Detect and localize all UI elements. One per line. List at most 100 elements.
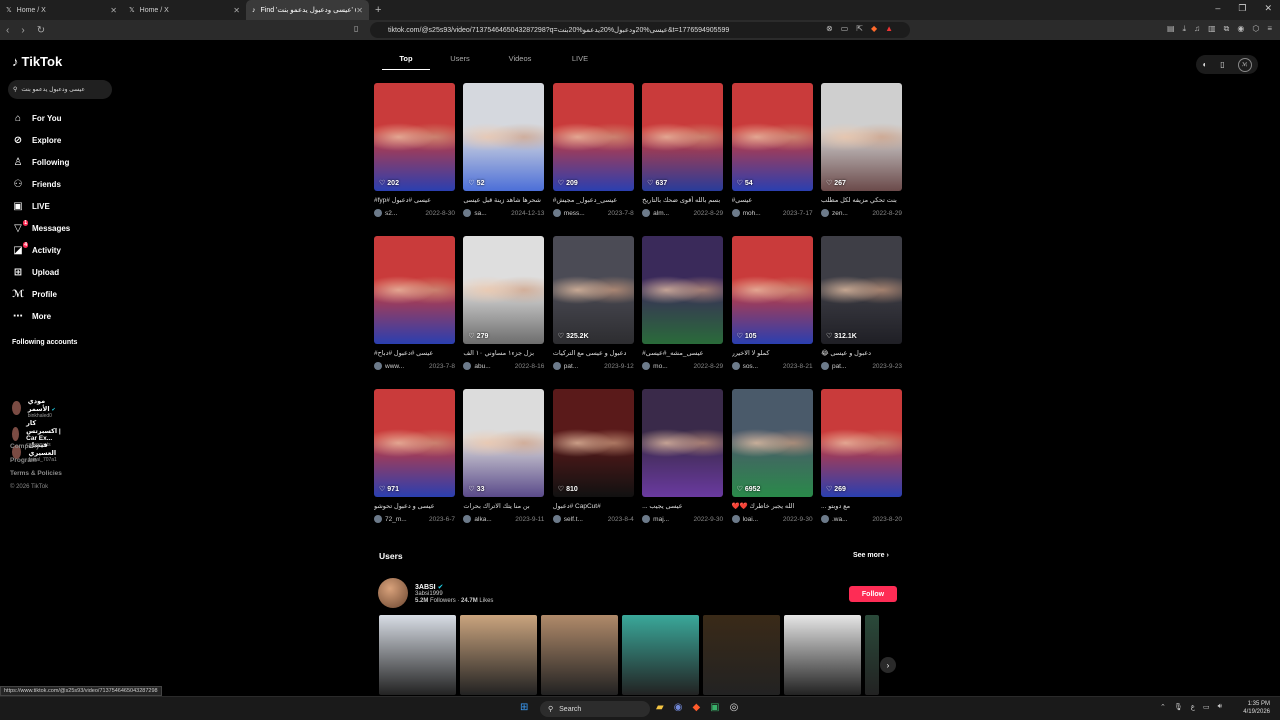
video-author[interactable]: maj... bbox=[642, 515, 669, 523]
reload-icon[interactable]: ↻ bbox=[37, 25, 45, 36]
video-author[interactable]: mess... bbox=[552, 209, 585, 217]
video-caption[interactable]: بن منا يتك الاتراك بحرات bbox=[463, 502, 544, 510]
video-card[interactable]: عيسى_مشه_#عيسى# mo... 2022-8-29 bbox=[642, 236, 724, 389]
share-icon[interactable]: ⇱ bbox=[856, 24, 863, 33]
video-caption[interactable]: دعبول و عيسى 😂 bbox=[821, 349, 902, 357]
user-video-thumbnail[interactable] bbox=[865, 615, 879, 695]
browser-tab-2[interactable]: 𝕏 Home / X ✕ bbox=[123, 0, 246, 20]
panel-icon[interactable]: ▥ bbox=[1208, 24, 1216, 34]
footer-terms[interactable]: Terms & Policies bbox=[10, 467, 62, 481]
tab-live[interactable]: LIVE bbox=[550, 54, 610, 70]
terminal-icon[interactable]: ▣ bbox=[710, 702, 719, 713]
video-thumbnail[interactable]: ♡ 202 bbox=[374, 83, 455, 191]
video-thumbnail[interactable] bbox=[642, 236, 724, 344]
video-caption[interactable]: عيسى# bbox=[732, 196, 813, 204]
clock[interactable]: 1:35 PM 4/19/2026 bbox=[1243, 700, 1270, 716]
menu-icon[interactable]: ≡ bbox=[1267, 24, 1272, 34]
video-card[interactable]: ♡ 637 بسم بالله أقوى ضحك بالتاريخ alm... 202… bbox=[642, 83, 724, 236]
profile-icon[interactable]: ◉ bbox=[1237, 24, 1244, 34]
video-caption[interactable]: عيسى يجيب ... bbox=[642, 502, 723, 510]
video-caption[interactable]: بسم بالله أقوى ضحك بالتاريخ bbox=[642, 196, 723, 204]
rewards-icon[interactable]: ▲ bbox=[885, 24, 893, 33]
tiktok-logo[interactable]: ♪ TikTok bbox=[12, 54, 62, 69]
video-card[interactable]: ♡ 971 عيسى و دعبول تحوشو 72_m... 2023-6-7 bbox=[374, 389, 455, 542]
cast-icon[interactable]: ▭ bbox=[841, 24, 849, 33]
sidebar-item-activity[interactable]: ◪ 4 Activity bbox=[12, 239, 70, 261]
chevron-up-icon[interactable]: ⌃ bbox=[1160, 703, 1166, 711]
video-author[interactable]: .wa... bbox=[820, 515, 848, 523]
video-author[interactable]: zen... bbox=[820, 209, 848, 217]
video-author[interactable]: self.t... bbox=[552, 515, 583, 523]
video-author[interactable]: moh... bbox=[731, 209, 761, 217]
video-author[interactable]: alka... bbox=[463, 515, 492, 523]
language-icon[interactable]: ع bbox=[1191, 703, 1195, 711]
video-thumbnail[interactable]: ♡ 267 bbox=[820, 83, 902, 191]
taskbar-search[interactable]: ⚲ Search bbox=[540, 701, 650, 717]
video-thumbnail[interactable]: ♡ 54 bbox=[731, 83, 813, 191]
video-caption[interactable]: مع دوبتو ... bbox=[821, 502, 902, 510]
device-icon[interactable]: ▯ bbox=[1220, 60, 1224, 69]
video-card[interactable]: ♡ 269 مع دوبتو ... .wa... 2023-8-20 bbox=[820, 389, 902, 542]
video-caption[interactable]: عيسى #دعبول #fyp# bbox=[374, 196, 455, 204]
video-card[interactable]: ♡ 105 كملو لا الاخيرر sos... 2023-8-21 bbox=[731, 236, 813, 389]
video-thumbnail[interactable] bbox=[374, 236, 455, 344]
video-thumbnail[interactable]: ♡ 105 bbox=[731, 236, 813, 344]
wallet-icon[interactable]: ⬡ bbox=[1252, 24, 1259, 34]
browser-tab-3[interactable]: ♪ Find 'عيسى ودعبول يدعمو بنت' on TikTok… bbox=[246, 0, 369, 20]
avatar[interactable] bbox=[378, 578, 408, 608]
video-caption[interactable]: بنت تحكي مزيفه لكل مطلب bbox=[821, 196, 902, 204]
video-thumbnail[interactable]: ♡ 209 bbox=[552, 83, 634, 191]
volume-icon[interactable]: 🔊︎ bbox=[1218, 703, 1222, 711]
video-thumbnail[interactable]: ♡ 810 bbox=[552, 389, 634, 497]
video-thumbnail[interactable]: ♡ 971 bbox=[374, 389, 455, 497]
mic-icon[interactable]: 🎙︎ bbox=[1174, 703, 1183, 711]
user-video-thumbnail[interactable] bbox=[379, 615, 456, 695]
video-thumbnail[interactable]: ♡ 637 bbox=[642, 83, 724, 191]
user-card[interactable]: 3ABSI ✔ 3absi1999 5.2M Followers · 24.7M… bbox=[378, 578, 493, 608]
video-card[interactable]: عيسى #دعبول #دباح# www... 2023-7-8 bbox=[374, 236, 455, 389]
video-author[interactable]: s2... bbox=[374, 209, 397, 217]
video-author[interactable]: www... bbox=[374, 362, 404, 370]
video-caption[interactable]: عيسى_دعبول_ مجيش# bbox=[553, 196, 634, 204]
video-author[interactable]: pat... bbox=[552, 362, 578, 370]
video-caption[interactable]: #CapCut #دعبول bbox=[553, 502, 634, 510]
sidebar-toggle-icon[interactable]: ▤ bbox=[1167, 24, 1175, 34]
sidebar-item-explore[interactable]: ⊘ Explore bbox=[12, 129, 70, 151]
chevron-right-icon[interactable]: › bbox=[880, 657, 896, 673]
sidebar-item-for-you[interactable]: ⌂ For You bbox=[12, 107, 70, 129]
video-card[interactable]: ♡ 6952 الله يجبر خاطرك ❤️❤️ loai... 2022-9-3… bbox=[731, 389, 813, 542]
video-thumbnail[interactable]: ♡ 325.2K bbox=[552, 236, 634, 344]
video-author[interactable]: sa... bbox=[463, 209, 487, 217]
video-card[interactable]: عيسى يجيب ... maj... 2022-9-30 bbox=[642, 389, 724, 542]
sidebar-item-profile[interactable]: ℳ Profile bbox=[12, 283, 70, 305]
video-card[interactable]: ♡ 267 بنت تحكي مزيفه لكل مطلب zen... 2022-8-… bbox=[820, 83, 902, 236]
video-thumbnail[interactable]: ♡ 33 bbox=[463, 389, 545, 497]
sidebar-item-following[interactable]: ♙ Following bbox=[12, 151, 70, 173]
footer-program[interactable]: Program bbox=[10, 454, 62, 468]
tab-users[interactable]: Users bbox=[430, 54, 490, 70]
close-tab-icon[interactable]: ✕ bbox=[233, 6, 240, 15]
search-input[interactable]: ⚲ عيسى ودعبول يدعمو بنت bbox=[8, 80, 112, 99]
minimize-icon[interactable]: – bbox=[1215, 3, 1220, 14]
video-card[interactable]: ♡ 279 بزل جزء١ مساوني ١٠ الف abu... 2022-8-1… bbox=[463, 236, 545, 389]
video-thumbnail[interactable]: ♡ 279 bbox=[463, 236, 545, 344]
discord-icon[interactable]: ◉ bbox=[674, 702, 683, 713]
video-thumbnail[interactable]: ♡ 269 bbox=[820, 389, 902, 497]
user-video-thumbnail[interactable] bbox=[703, 615, 780, 695]
close-tab-icon[interactable]: ✕ bbox=[356, 6, 363, 15]
video-caption[interactable]: الله يجبر خاطرك ❤️❤️ bbox=[732, 502, 813, 510]
dark-mode-icon[interactable]: ◐ bbox=[1202, 60, 1207, 69]
video-thumbnail[interactable]: ♡ 312.1K bbox=[820, 236, 902, 344]
sidebar-item-friends[interactable]: ⚇ Friends bbox=[12, 173, 70, 195]
user-video-thumbnail[interactable] bbox=[460, 615, 537, 695]
download-icon[interactable]: ⤓ bbox=[1183, 24, 1187, 34]
video-thumbnail[interactable]: ♡ 52 bbox=[463, 83, 545, 191]
video-author[interactable]: 72_m... bbox=[374, 515, 407, 523]
tab-top[interactable]: Top bbox=[382, 54, 430, 70]
video-card[interactable]: ♡ 312.1K دعبول و عيسى 😂 pat... 2023-9-23 bbox=[820, 236, 902, 389]
video-card[interactable]: ♡ 810 #CapCut #دعبول self.t... 2023-8-4 bbox=[552, 389, 634, 542]
video-card[interactable]: ♡ 202 عيسى #دعبول #fyp# s2... 2022-8-30 bbox=[374, 83, 455, 236]
file-explorer-icon[interactable]: ▰ bbox=[656, 702, 664, 713]
video-caption[interactable]: شحرها شاهد زينة قبل عيسى bbox=[463, 196, 544, 204]
sidebar-item-more[interactable]: ⋯ More bbox=[12, 305, 70, 327]
